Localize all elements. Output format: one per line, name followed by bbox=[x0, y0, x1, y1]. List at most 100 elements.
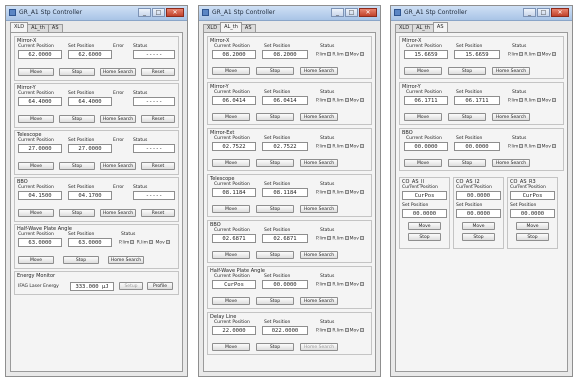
set-position-input[interactable]: 00.0000 bbox=[456, 209, 501, 218]
move-button[interactable]: Move bbox=[18, 256, 54, 264]
maximize-icon[interactable]: □ bbox=[152, 8, 165, 17]
set-position-input[interactable]: 02.6871 bbox=[262, 234, 308, 243]
home-search-button[interactable]: Home Search bbox=[100, 209, 136, 217]
stop-button[interactable]: Stop bbox=[59, 162, 95, 170]
stop-button[interactable]: Stop bbox=[256, 297, 294, 305]
maximize-icon[interactable]: □ bbox=[345, 8, 358, 17]
home-search-button[interactable]: Home Search bbox=[100, 162, 136, 170]
home-search-button[interactable]: Home Search bbox=[100, 68, 136, 76]
set-position-input[interactable]: 08.1184 bbox=[262, 188, 308, 197]
tab-al-th[interactable]: AL_th bbox=[220, 22, 242, 32]
home-search-button[interactable]: Home Search bbox=[300, 343, 338, 351]
stop-button[interactable]: Stop bbox=[59, 68, 95, 76]
move-button[interactable]: Move bbox=[18, 115, 54, 123]
move-button[interactable]: Move bbox=[212, 205, 250, 213]
close-icon[interactable]: ✕ bbox=[551, 8, 569, 17]
stop-button[interactable]: Stop bbox=[448, 67, 486, 75]
move-button[interactable]: Move bbox=[18, 68, 54, 76]
stop-button[interactable]: Stop bbox=[256, 251, 294, 259]
move-button[interactable]: Move bbox=[516, 222, 549, 230]
reset-button[interactable]: Reset bbox=[141, 115, 175, 123]
tab-xld[interactable]: XLD bbox=[395, 24, 414, 32]
move-button[interactable]: Move bbox=[212, 67, 250, 75]
home-search-button[interactable]: Home Search bbox=[492, 113, 530, 121]
maximize-icon[interactable]: □ bbox=[537, 8, 550, 17]
profile-button[interactable]: Profile bbox=[147, 282, 173, 290]
mov-label: Mov bbox=[349, 282, 359, 288]
home-search-button[interactable]: Home Search bbox=[108, 256, 144, 264]
mov-led bbox=[359, 236, 364, 240]
move-button[interactable]: Move bbox=[212, 251, 250, 259]
move-button[interactable]: Move bbox=[408, 222, 441, 230]
stop-button[interactable]: Stop bbox=[256, 205, 294, 213]
set-position-input[interactable]: 63.0000 bbox=[68, 238, 112, 247]
stop-button[interactable]: Stop bbox=[256, 113, 294, 121]
tab-al-th[interactable]: AL_th bbox=[412, 24, 434, 32]
set-position-input[interactable]: 06.1711 bbox=[454, 96, 500, 105]
move-button[interactable]: Move bbox=[212, 343, 250, 351]
move-button[interactable]: Move bbox=[212, 113, 250, 121]
reset-button[interactable]: Reset bbox=[141, 162, 175, 170]
stop-button[interactable]: Stop bbox=[448, 113, 486, 121]
home-search-button[interactable]: Home Search bbox=[300, 297, 338, 305]
minimize-icon[interactable]: _ bbox=[523, 8, 536, 17]
tab-xld[interactable]: XLD bbox=[10, 22, 29, 32]
set-position-input[interactable]: 64.4000 bbox=[68, 97, 112, 106]
stop-button[interactable]: Stop bbox=[59, 115, 95, 123]
title-bar[interactable]: GR_A1 Stp Controller _ □ ✕ bbox=[391, 6, 572, 21]
tab-as[interactable]: AS bbox=[240, 24, 256, 32]
title-bar[interactable]: GR_A1 Stp Controller _ □ ✕ bbox=[6, 6, 187, 21]
tab-as[interactable]: AS bbox=[432, 22, 448, 32]
set-position-input[interactable]: 02.7522 bbox=[262, 142, 308, 151]
home-search-button[interactable]: Home Search bbox=[300, 67, 338, 75]
stop-button[interactable]: Stop bbox=[63, 256, 99, 264]
close-icon[interactable]: ✕ bbox=[166, 8, 184, 17]
reset-button[interactable]: Reset bbox=[141, 209, 175, 217]
setup-button[interactable]: Setup bbox=[119, 282, 143, 290]
move-button[interactable]: Move bbox=[404, 113, 442, 121]
home-search-button[interactable]: Home Search bbox=[300, 251, 338, 259]
set-position-input[interactable]: 06.0414 bbox=[262, 96, 308, 105]
status-label: Status bbox=[133, 185, 148, 190]
stop-button[interactable]: Stop bbox=[408, 233, 441, 241]
set-position-input[interactable]: 27.0000 bbox=[68, 144, 112, 153]
move-button[interactable]: Move bbox=[18, 162, 54, 170]
move-button[interactable]: Move bbox=[212, 159, 250, 167]
stop-button[interactable]: Stop bbox=[448, 159, 486, 167]
minimize-icon[interactable]: _ bbox=[138, 8, 151, 17]
home-search-button[interactable]: Home Search bbox=[300, 205, 338, 213]
reset-button[interactable]: Reset bbox=[141, 68, 175, 76]
home-search-button[interactable]: Home Search bbox=[300, 159, 338, 167]
set-position-input[interactable]: 08.2000 bbox=[262, 50, 308, 59]
set-position-input[interactable]: 00.0000 bbox=[262, 280, 308, 289]
home-search-button[interactable]: Home Search bbox=[300, 113, 338, 121]
home-search-button[interactable]: Home Search bbox=[100, 115, 136, 123]
set-position-input[interactable]: 00.0000 bbox=[454, 142, 500, 151]
move-button[interactable]: Move bbox=[462, 222, 495, 230]
stop-button[interactable]: Stop bbox=[256, 67, 294, 75]
move-button[interactable]: Move bbox=[18, 209, 54, 217]
tab-al-th[interactable]: AL_th bbox=[27, 24, 49, 32]
stop-button[interactable]: Stop bbox=[59, 209, 95, 217]
stop-button[interactable]: Stop bbox=[516, 233, 549, 241]
stop-button[interactable]: Stop bbox=[256, 159, 294, 167]
set-position-input[interactable]: 00.0000 bbox=[402, 209, 447, 218]
set-position-input[interactable]: 62.6000 bbox=[68, 50, 112, 59]
set-position-input[interactable]: 04.1700 bbox=[68, 191, 112, 200]
tab-as[interactable]: AS bbox=[47, 24, 63, 32]
set-position-input[interactable]: 00.0000 bbox=[510, 209, 555, 218]
title-bar[interactable]: GR_A1 Stp Controller _ □ ✕ bbox=[199, 6, 380, 21]
axis-group: BBO Current Position Set Position Status 02.… bbox=[207, 220, 372, 263]
stop-button[interactable]: Stop bbox=[462, 233, 495, 241]
close-icon[interactable]: ✕ bbox=[359, 8, 377, 17]
move-button[interactable]: Move bbox=[404, 67, 442, 75]
move-button[interactable]: Move bbox=[404, 159, 442, 167]
move-button[interactable]: Move bbox=[212, 297, 250, 305]
home-search-button[interactable]: Home Search bbox=[492, 67, 530, 75]
home-search-button[interactable]: Home Search bbox=[492, 159, 530, 167]
stop-button[interactable]: Stop bbox=[256, 343, 294, 351]
set-position-input[interactable]: 15.6659 bbox=[454, 50, 500, 59]
set-position-input[interactable]: 022.0000 bbox=[262, 326, 308, 335]
tab-xld[interactable]: XLD bbox=[203, 24, 222, 32]
minimize-icon[interactable]: _ bbox=[331, 8, 344, 17]
